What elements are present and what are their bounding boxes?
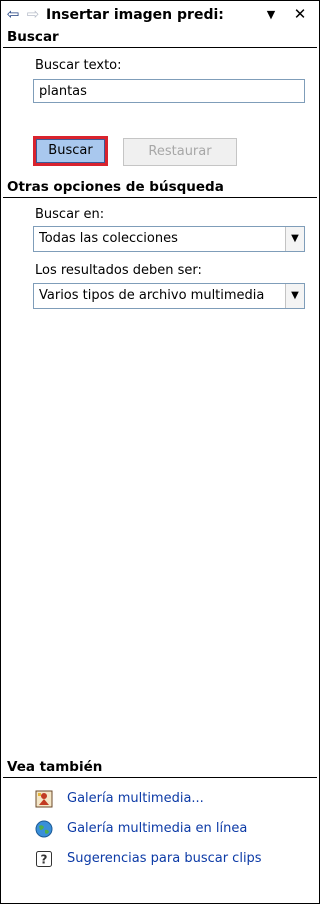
- task-pane-title-bar: ⇦ ⇨ Insertar imagen predi: ▼ ✕: [2, 2, 318, 28]
- help-icon: ?: [36, 851, 52, 867]
- see-also-heading: Vea también: [3, 758, 317, 778]
- results-type-select[interactable]: Varios tipos de archivo multimedia ▼: [33, 283, 305, 309]
- search-section-heading: Buscar: [3, 28, 317, 48]
- close-icon[interactable]: ✕: [292, 6, 308, 22]
- globe-icon: [35, 820, 53, 838]
- search-in-label: Buscar en:: [35, 207, 105, 222]
- search-text-input[interactable]: [33, 79, 305, 103]
- online-media-gallery-link[interactable]: Galería multimedia en línea: [33, 819, 313, 839]
- other-options-heading: Otras opciones de búsqueda: [3, 178, 317, 198]
- search-button[interactable]: Buscar: [33, 136, 108, 166]
- task-pane-title[interactable]: Insertar imagen predi:: [46, 7, 258, 23]
- search-in-select[interactable]: Todas las colecciones ▼: [33, 226, 305, 252]
- reset-button[interactable]: Restaurar: [123, 138, 237, 166]
- online-media-gallery-link-label[interactable]: Galería multimedia en línea: [67, 820, 247, 838]
- results-type-label: Los resultados deben ser:: [35, 263, 202, 278]
- svg-text:?: ?: [41, 853, 48, 867]
- search-text-label: Buscar texto:: [35, 58, 122, 73]
- chevron-down-icon[interactable]: ▼: [285, 227, 304, 251]
- search-tips-link[interactable]: ? Sugerencias para buscar clips: [33, 849, 313, 869]
- forward-arrow-icon[interactable]: ⇨: [26, 6, 40, 22]
- chevron-down-icon[interactable]: ▼: [285, 284, 304, 308]
- back-arrow-icon[interactable]: ⇦: [6, 6, 20, 22]
- media-gallery-link[interactable]: Galería multimedia...: [33, 789, 313, 809]
- media-gallery-icon: [35, 790, 53, 808]
- dropdown-arrow-icon[interactable]: ▼: [264, 7, 278, 23]
- media-gallery-link-label[interactable]: Galería multimedia...: [67, 790, 204, 808]
- search-in-value: Todas las colecciones: [39, 231, 178, 246]
- results-type-value: Varios tipos de archivo multimedia: [39, 288, 265, 303]
- clip-art-task-pane: ⇦ ⇨ Insertar imagen predi: ▼ ✕ Buscar Bu…: [0, 0, 320, 904]
- search-tips-link-label[interactable]: Sugerencias para buscar clips: [67, 850, 262, 868]
